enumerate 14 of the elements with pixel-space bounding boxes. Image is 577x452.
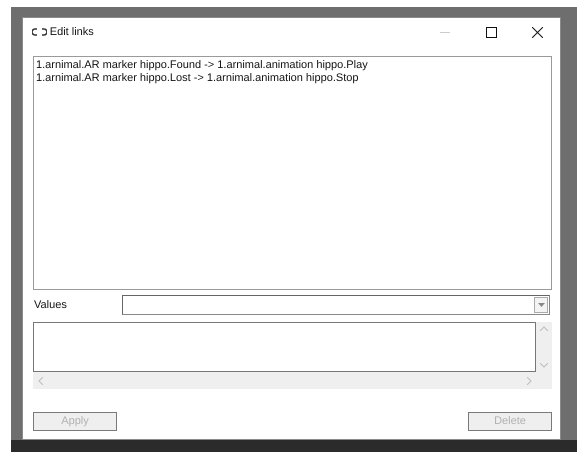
- maximize-icon: [486, 26, 496, 38]
- values-text-area[interactable]: [33, 322, 536, 372]
- scroll-up-icon[interactable]: [540, 326, 548, 331]
- caret-icon: [538, 303, 544, 307]
- scroll-down-icon[interactable]: [540, 363, 548, 368]
- link-entry[interactable]: 1.arnimal.AR marker hippo.Lost -> 1.arnimal.animation hippo.Stop: [36, 72, 549, 85]
- values-label: Values: [34, 298, 67, 313]
- link-entry[interactable]: 1.arnimal.AR marker hippo.Found -> 1.arnimal.animation hippo.Play: [36, 59, 549, 72]
- scroll-left-icon[interactable]: [38, 376, 43, 384]
- close-icon: [532, 26, 542, 38]
- values-dropdown[interactable]: [122, 295, 550, 315]
- scroll-right-icon[interactable]: [527, 376, 532, 384]
- link-icon: [32, 28, 47, 36]
- window-title: Edit links: [50, 24, 94, 40]
